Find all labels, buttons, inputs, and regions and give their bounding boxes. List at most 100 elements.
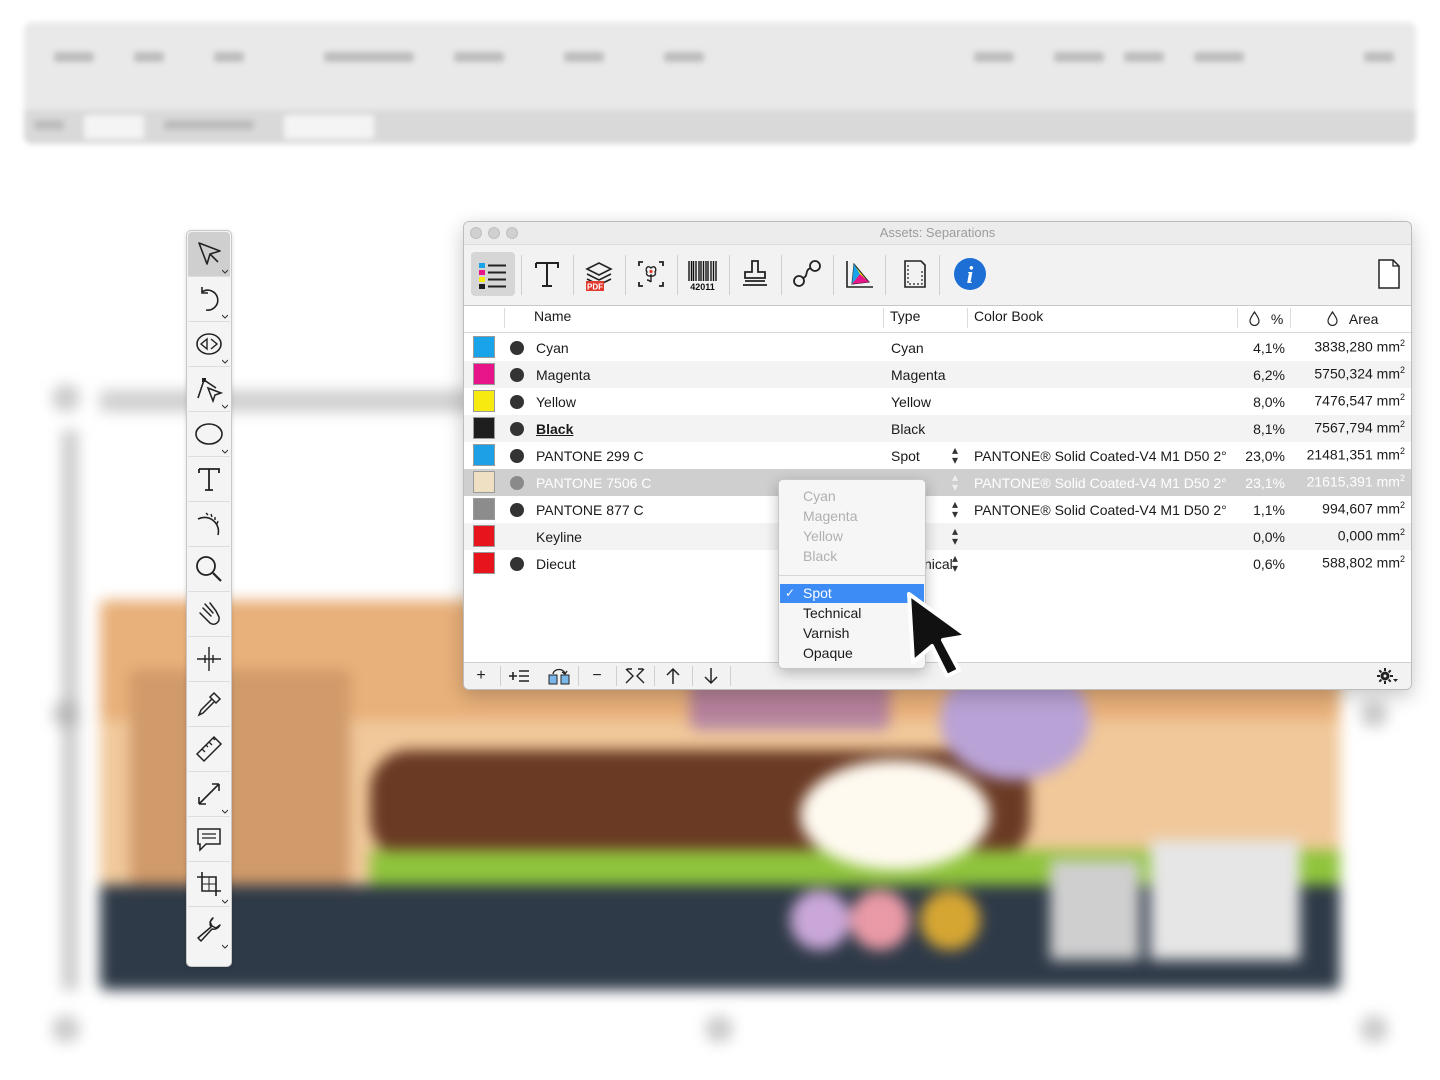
separation-row-cyan[interactable]: Cyan Cyan 4,1% 3838,280 mm2	[464, 334, 1411, 361]
fonts-icon[interactable]	[525, 252, 569, 296]
output-enabled-dot[interactable]	[510, 476, 524, 490]
separation-type: Black	[891, 421, 926, 437]
separation-row-magenta[interactable]: Magenta Magenta 6,2% 5750,324 mm2	[464, 361, 1411, 388]
separation-type[interactable]: Spot	[891, 448, 920, 464]
column-name-header[interactable]: Name	[534, 308, 571, 324]
merge-separations-icon[interactable]	[618, 666, 652, 686]
ellipse-tool-icon[interactable]	[188, 412, 230, 457]
coverage-percent: 4,1%	[1253, 340, 1285, 356]
coverage-area: 5750,324 mm2	[1314, 365, 1405, 382]
ink-drop-icon	[1249, 310, 1260, 327]
menu-item-varnish[interactable]: Varnish	[803, 625, 849, 641]
coverage-percent: 23,1%	[1245, 475, 1285, 491]
separation-name: Black	[536, 421, 574, 437]
column-area-header[interactable]: Area	[1326, 310, 1378, 327]
separation-name: PANTONE 299 C	[536, 448, 644, 464]
page-boxes-icon[interactable]	[891, 252, 935, 296]
output-enabled-dot[interactable]	[510, 449, 524, 463]
add-from-list-icon[interactable]	[502, 666, 536, 686]
color-gamut-icon[interactable]	[838, 252, 882, 296]
output-enabled-dot[interactable]	[510, 341, 524, 355]
swatch[interactable]	[473, 444, 495, 466]
select-tool-icon[interactable]	[188, 232, 230, 277]
swatch[interactable]	[473, 336, 495, 358]
swatch[interactable]	[473, 390, 495, 412]
type-stepper-icon[interactable]: ▴ ▾	[952, 552, 958, 574]
separation-row-pantone-299[interactable]: PANTONE 299 C Spot ▴ ▾ PANTONE® Solid Coa…	[464, 442, 1411, 469]
hand-tool-icon[interactable]	[188, 592, 230, 637]
ruler-tool-icon[interactable]	[188, 727, 230, 772]
images-icon[interactable]	[629, 252, 673, 296]
type-stepper-icon[interactable]: ▴ ▾	[952, 471, 958, 493]
info-icon[interactable]: i	[948, 252, 992, 296]
swatch[interactable]	[473, 552, 495, 574]
wrench-tool-icon[interactable]	[188, 907, 230, 951]
document-icon[interactable]	[1366, 252, 1410, 296]
stamp-icon[interactable]	[733, 252, 777, 296]
swatch[interactable]	[473, 525, 495, 547]
pdf-layers-icon[interactable]: PDF	[577, 252, 621, 296]
color-book: PANTONE® Solid Coated-V4 M1 D50 2°	[974, 448, 1227, 464]
separation-row-pantone-7506[interactable]: PANTONE 7506 C ▴ ▾ PANTONE® Solid Coated-…	[464, 469, 1411, 496]
move-down-icon[interactable]	[694, 666, 728, 686]
crop-tool-icon[interactable]	[188, 862, 230, 907]
separation-row-black[interactable]: Black Black 8,1% 7567,794 mm2	[464, 415, 1411, 442]
separation-row-yellow[interactable]: Yellow Yellow 8,0% 7476,547 mm2	[464, 388, 1411, 415]
swatch[interactable]	[473, 417, 495, 439]
output-enabled-dot[interactable]	[510, 503, 524, 517]
swatch[interactable]	[473, 363, 495, 385]
separation-name: PANTONE 7506 C	[536, 475, 652, 491]
coverage-area: 3838,280 mm2	[1314, 338, 1405, 355]
strokes-icon[interactable]	[785, 252, 829, 296]
separation-row-pantone-877[interactable]: PANTONE 877 C ▴ ▾ PANTONE® Solid Coated-V…	[464, 496, 1411, 523]
output-enabled-dot[interactable]	[510, 422, 524, 436]
swatch[interactable]	[473, 471, 495, 493]
convert-separations-icon[interactable]	[542, 666, 576, 686]
settings-gear-icon[interactable]	[1370, 666, 1404, 686]
blend-tool-icon[interactable]	[188, 502, 230, 547]
shape-edit-tool-icon[interactable]	[188, 322, 230, 367]
menu-item-black: Black	[803, 548, 838, 564]
checkmark-icon: ✓	[785, 586, 796, 600]
output-enabled-dot[interactable]	[510, 368, 524, 382]
add-separation-button[interactable]: +	[464, 666, 498, 686]
color-book: PANTONE® Solid Coated-V4 M1 D50 2°	[974, 475, 1227, 491]
zoom-tool-icon[interactable]	[188, 547, 230, 592]
move-up-icon[interactable]	[656, 666, 690, 686]
coverage-area: 588,802 mm2	[1322, 554, 1405, 571]
separation-row-diecut[interactable]: Diecut nical ▴ ▾ 0,6% 588,802 mm2	[464, 550, 1411, 577]
coverage-area: 994,607 mm2	[1322, 500, 1405, 517]
comment-tool-icon[interactable]	[188, 817, 230, 862]
column-percent-header[interactable]: %	[1248, 310, 1283, 327]
eyedropper-tool-icon[interactable]	[188, 682, 230, 727]
output-enabled-dot[interactable]	[510, 557, 524, 571]
separation-row-keyline[interactable]: Keyline ▴ ▾ 0,0% 0,000 mm2	[464, 523, 1411, 550]
barcodes-icon[interactable]: 42011	[681, 252, 725, 296]
type-stepper-icon[interactable]: ▴ ▾	[952, 498, 958, 520]
separation-type: Yellow	[891, 394, 931, 410]
separation-name: Yellow	[536, 394, 576, 410]
type-stepper-icon[interactable]: ▴ ▾	[952, 444, 958, 466]
menu-item-cyan: Cyan	[803, 488, 836, 504]
column-type-header[interactable]: Type	[890, 308, 920, 324]
menu-item-opaque[interactable]: Opaque	[803, 645, 853, 661]
swatch[interactable]	[473, 498, 495, 520]
separation-name: Keyline	[536, 529, 582, 545]
separations-list-icon[interactable]	[471, 252, 515, 296]
output-enabled-dot[interactable]	[510, 395, 524, 409]
type-stepper-icon[interactable]: ▴ ▾	[952, 525, 958, 547]
crosshair-tool-icon[interactable]	[188, 637, 230, 682]
rotate-tool-icon[interactable]	[188, 277, 230, 322]
column-color-book-header[interactable]: Color Book	[974, 308, 1043, 324]
area-drop-icon	[1327, 310, 1338, 327]
separation-type: Cyan	[891, 340, 924, 356]
remove-separation-button[interactable]: −	[580, 666, 614, 686]
background-app-toolbar	[24, 22, 1416, 144]
dimension-tool-icon[interactable]	[188, 772, 230, 817]
text-tool-icon[interactable]	[188, 457, 230, 502]
menu-item-spot[interactable]: ✓ Spot	[780, 584, 924, 603]
mouse-pointer-icon	[907, 592, 969, 678]
pen-tool-icon[interactable]	[188, 367, 230, 412]
menu-item-technical[interactable]: Technical	[803, 605, 861, 621]
color-book: PANTONE® Solid Coated-V4 M1 D50 2°	[974, 502, 1227, 518]
